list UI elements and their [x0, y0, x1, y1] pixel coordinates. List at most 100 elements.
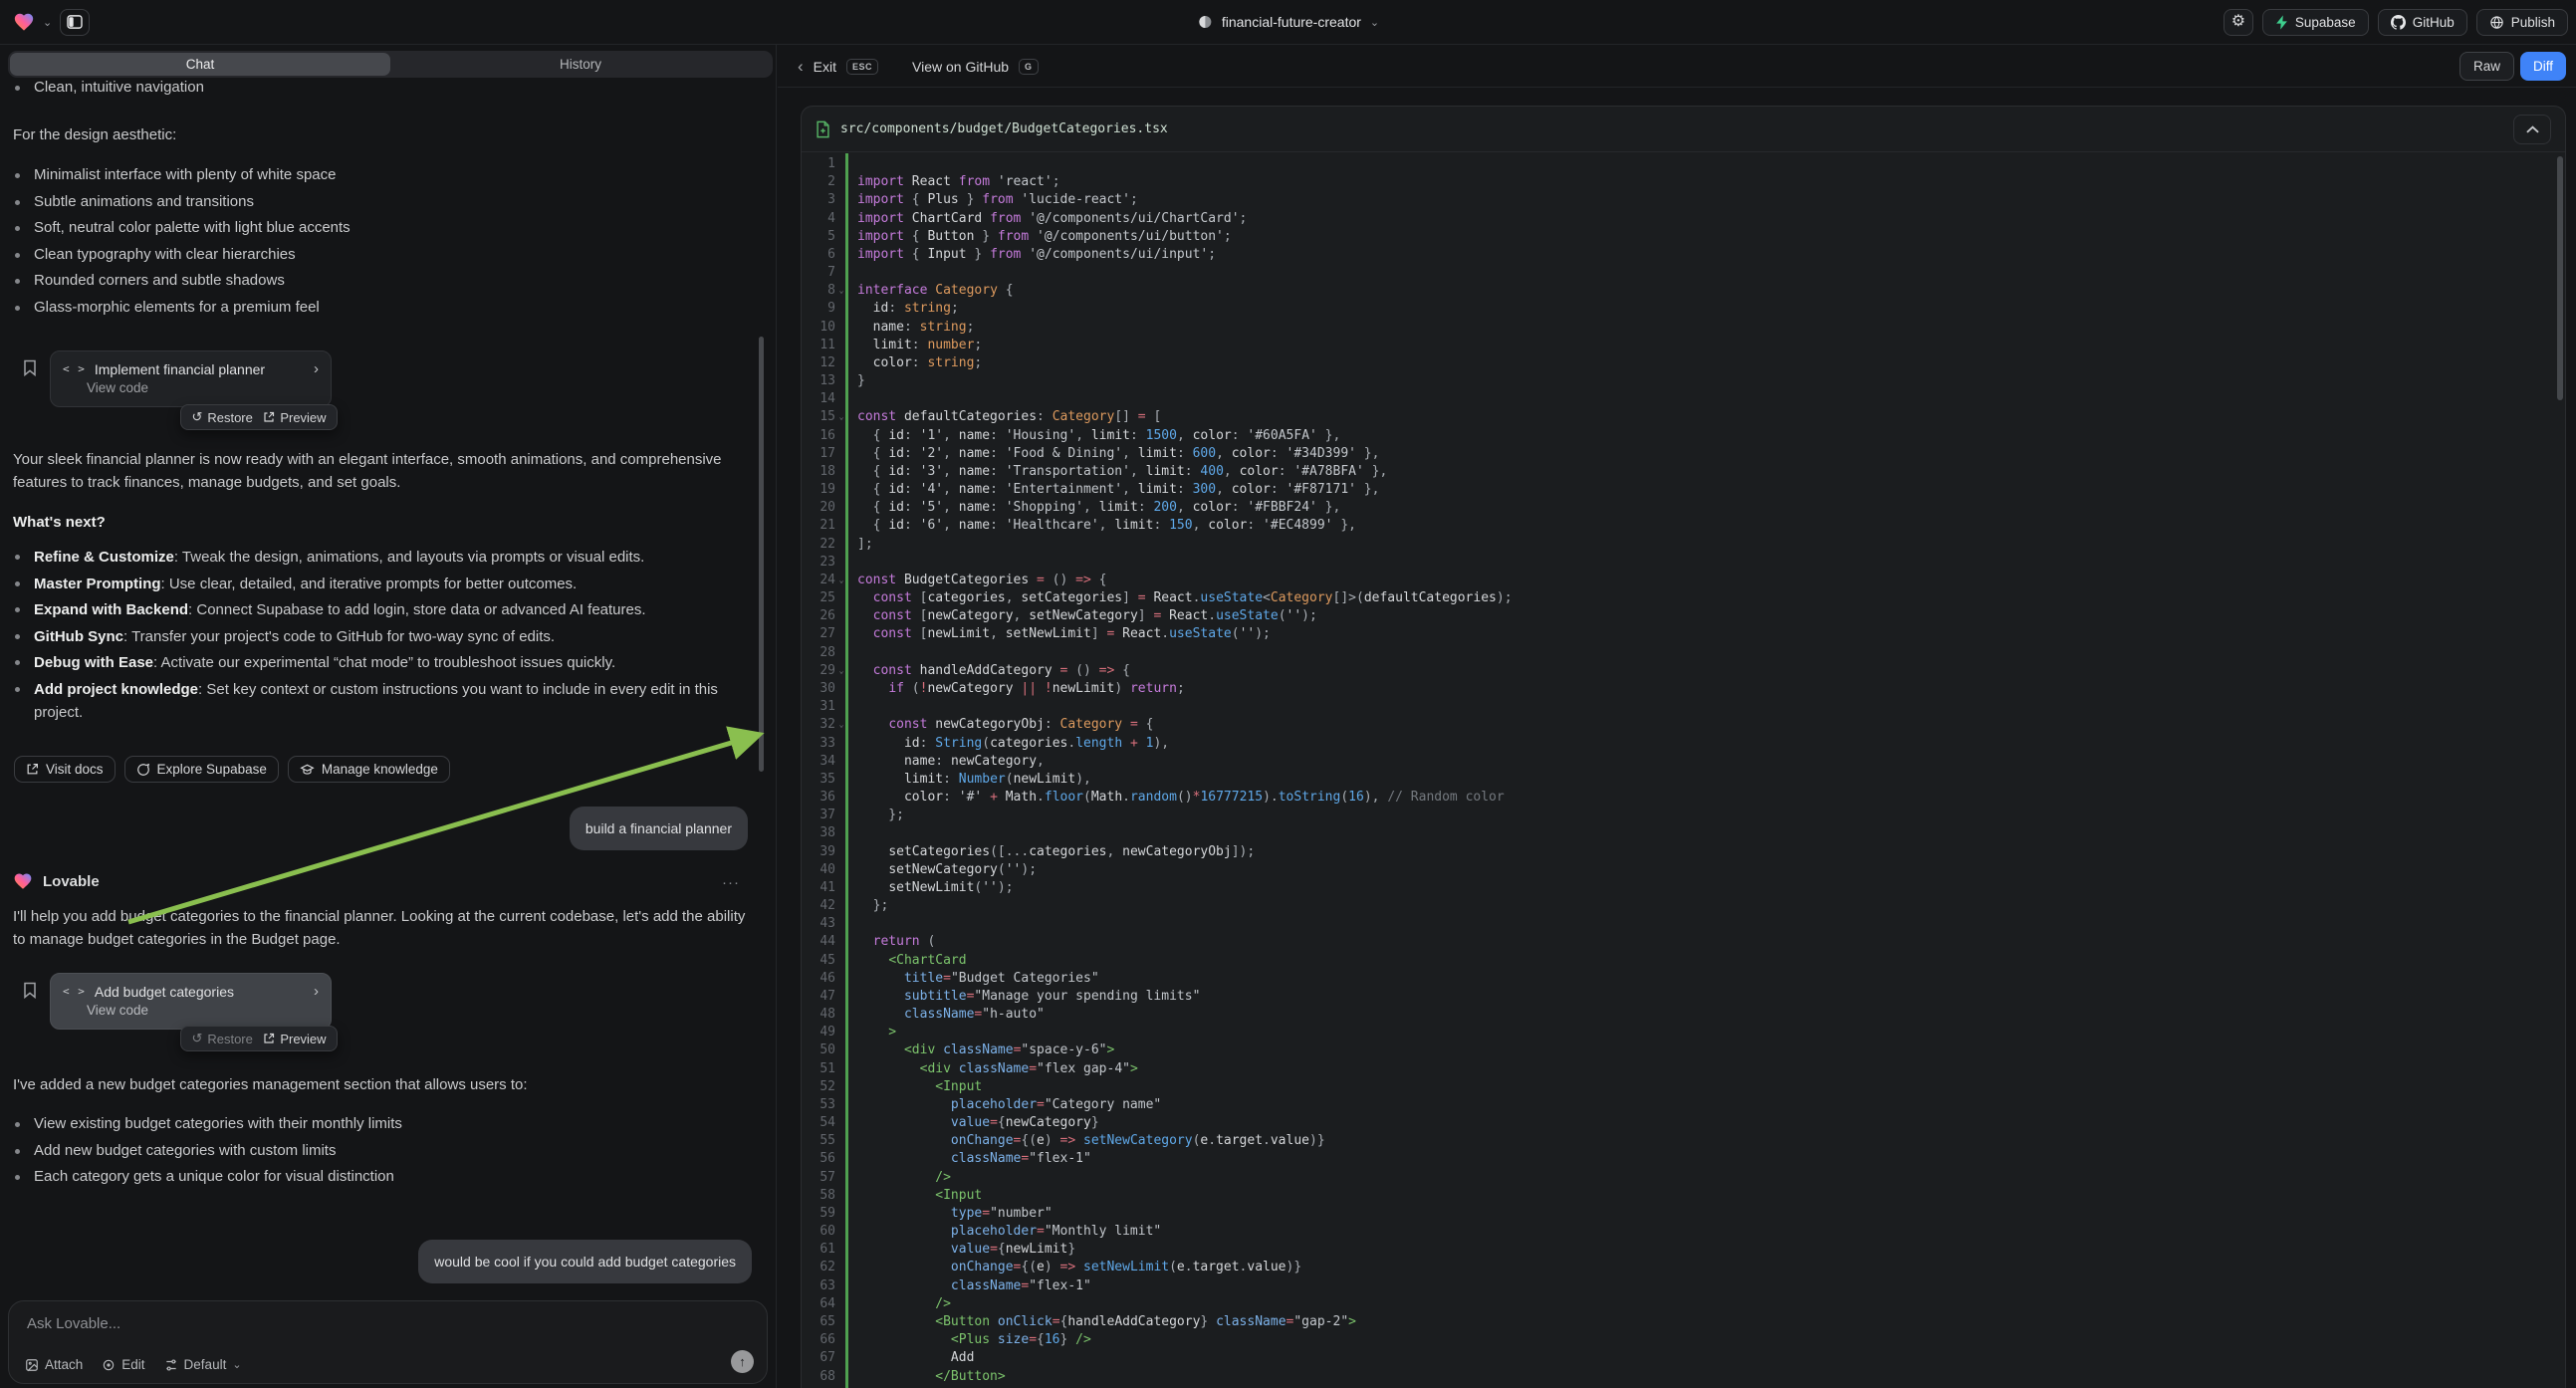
- bookmark-icon[interactable]: [23, 359, 37, 407]
- chevron-left-icon[interactable]: ‹: [798, 57, 804, 77]
- code-line: 8⌄interface Category {: [802, 282, 2565, 300]
- more-options-icon[interactable]: ···: [722, 874, 740, 891]
- edit-label: Edit: [121, 1357, 144, 1372]
- supabase-button[interactable]: Supabase: [2262, 9, 2369, 36]
- top-bar: ⌄ financial-future-creator ⌄ ⚙ Supabase: [0, 0, 2576, 45]
- line-number: 65: [802, 1313, 835, 1331]
- version-card-add-budget-categories[interactable]: < > Add budget categories › View code: [50, 973, 332, 1030]
- code-line: 39 setCategories([...categories, newCate…: [802, 843, 2565, 861]
- explore-supabase-button[interactable]: Explore Supabase: [124, 756, 279, 783]
- bullet-item: Clean typography with clear hierarchies: [0, 242, 351, 269]
- line-number: 47: [802, 988, 835, 1006]
- external-link-icon: [263, 1033, 275, 1044]
- code-scrollbar[interactable]: [2557, 156, 2563, 400]
- image-icon: [25, 1358, 39, 1372]
- tab-history[interactable]: History: [390, 53, 771, 76]
- restore-button[interactable]: ↺ Restore: [191, 1031, 252, 1046]
- github-button[interactable]: GitHub: [2378, 9, 2467, 36]
- version-card-implement-financial-planner[interactable]: < > Implement financial planner › View c…: [50, 350, 332, 407]
- visit-docs-button[interactable]: Visit docs: [14, 756, 116, 783]
- line-number: 45: [802, 952, 835, 970]
- line-number: 43: [802, 915, 835, 933]
- code-line: 2import React from 'react';: [802, 173, 2565, 191]
- view-code-link[interactable]: View code: [87, 1003, 319, 1018]
- preview-button[interactable]: Preview: [263, 410, 326, 425]
- code-line: 4import ChartCard from '@/components/ui/…: [802, 210, 2565, 228]
- code-area[interactable]: 12import React from 'react';3import { Pl…: [802, 153, 2565, 1388]
- code-line: 24⌄const BudgetCategories = () => {: [802, 572, 2565, 589]
- code-line: 56 className="flex-1": [802, 1150, 2565, 1168]
- chat-scrollbar[interactable]: [759, 337, 764, 772]
- code-line: 45 <ChartCard: [802, 952, 2565, 970]
- code-line: 46 title="Budget Categories": [802, 970, 2565, 988]
- g-key-badge: G: [1019, 59, 1039, 75]
- line-number: 57: [802, 1169, 835, 1187]
- visit-docs-label: Visit docs: [46, 762, 104, 777]
- edit-button[interactable]: Edit: [102, 1357, 144, 1372]
- external-link-icon: [26, 763, 39, 776]
- attach-button[interactable]: Attach: [25, 1357, 83, 1372]
- code-line: 29⌄ const handleAddCategory = () => {: [802, 662, 2565, 680]
- code-line: 18 { id: '3', name: 'Transportation', li…: [802, 463, 2565, 481]
- esc-key-badge: ESC: [846, 59, 878, 75]
- gear-icon: ⚙: [2231, 14, 2245, 30]
- code-line: 57 />: [802, 1169, 2565, 1187]
- line-number: 55: [802, 1132, 835, 1150]
- line-number: 8: [802, 282, 835, 300]
- manage-knowledge-label: Manage knowledge: [322, 762, 438, 777]
- sidebar-panel-icon: [67, 15, 83, 29]
- preview-label: Preview: [280, 1032, 326, 1046]
- external-link-icon: [263, 411, 275, 423]
- code-line: 59 type="number": [802, 1205, 2565, 1223]
- code-icon: < >: [63, 362, 86, 375]
- line-number: 7: [802, 264, 835, 282]
- view-code-link[interactable]: View code: [87, 380, 319, 395]
- line-number: 9: [802, 300, 835, 318]
- chevron-down-icon[interactable]: ⌄: [43, 16, 52, 29]
- exit-button[interactable]: Exit: [814, 59, 836, 75]
- code-line: 7: [802, 264, 2565, 282]
- file-path-row[interactable]: src/components/budget/BudgetCategories.t…: [802, 107, 2565, 152]
- restore-button[interactable]: ↺ Restore: [191, 409, 252, 425]
- code-line: 9 id: string;: [802, 300, 2565, 318]
- send-button[interactable]: ↑: [731, 1350, 754, 1373]
- code-line: 33 id: String(categories.length + 1),: [802, 735, 2565, 753]
- collapse-file-button[interactable]: [2513, 115, 2551, 144]
- publish-button[interactable]: Publish: [2476, 9, 2568, 36]
- code-line: 5import { Button } from '@/components/ui…: [802, 228, 2565, 246]
- chat-input[interactable]: [27, 1315, 624, 1332]
- line-number: 62: [802, 1259, 835, 1276]
- code-line: 54 value={newCategory}: [802, 1114, 2565, 1132]
- code-line: 36 color: '#' + Math.floor(Math.random()…: [802, 789, 2565, 807]
- restore-preview-bar: ↺ Restore Preview: [180, 404, 338, 430]
- next-step-item: GitHub Sync: Transfer your project's cod…: [0, 625, 731, 648]
- code-line: 66 <Plus size={16} />: [802, 1331, 2565, 1349]
- view-on-github-button[interactable]: View on GitHub: [912, 59, 1009, 75]
- next-step-item: Add project knowledge: Set key context o…: [0, 678, 731, 724]
- preview-button[interactable]: Preview: [263, 1032, 326, 1046]
- bookmark-icon[interactable]: [23, 982, 37, 1030]
- line-number: 26: [802, 607, 835, 625]
- github-label: GitHub: [2413, 15, 2455, 30]
- raw-toggle-button[interactable]: Raw: [2459, 52, 2514, 81]
- project-switcher[interactable]: financial-future-creator ⌄: [1197, 0, 1379, 44]
- code-line: 17 { id: '2', name: 'Food & Dining', lim…: [802, 445, 2565, 463]
- chat-bubble-icon: [136, 763, 150, 777]
- line-number: 21: [802, 517, 835, 535]
- mode-select[interactable]: Default ⌄: [164, 1357, 242, 1372]
- diff-toggle-button[interactable]: Diff: [2520, 52, 2566, 81]
- line-number: 67: [802, 1349, 835, 1367]
- tab-chat[interactable]: Chat: [10, 53, 390, 76]
- bullet-item: View existing budget categories with the…: [0, 1111, 402, 1138]
- code-line: 67 Add: [802, 1349, 2565, 1367]
- line-number: 22: [802, 536, 835, 554]
- code-line: 52 <Input: [802, 1078, 2565, 1096]
- lovable-logo-icon[interactable]: [13, 11, 35, 33]
- line-number: 56: [802, 1150, 835, 1168]
- toggle-sidebar-button[interactable]: [60, 9, 90, 36]
- code-line: 43: [802, 915, 2565, 933]
- assistant-intro: I'll help you add budget categories to t…: [13, 905, 758, 951]
- manage-knowledge-button[interactable]: Manage knowledge: [288, 756, 450, 783]
- settings-button[interactable]: ⚙: [2224, 9, 2253, 36]
- code-line: 26 const [newCategory, setNewCategory] =…: [802, 607, 2565, 625]
